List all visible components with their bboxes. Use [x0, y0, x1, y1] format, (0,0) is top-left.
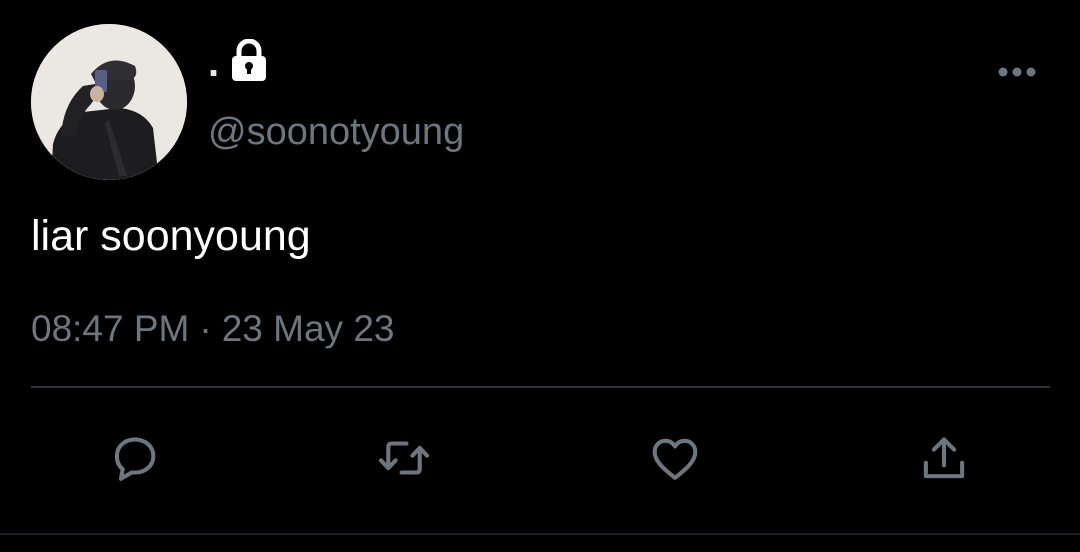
user-handle[interactable]: @soonotyoung	[208, 108, 464, 156]
tweet-time[interactable]: 08:47 PM	[31, 306, 189, 352]
display-name-row: .	[208, 36, 269, 86]
heart-icon	[646, 429, 704, 492]
more-options-button[interactable]	[992, 56, 1042, 92]
like-button[interactable]	[645, 430, 705, 490]
reply-icon	[106, 429, 164, 492]
retweet-icon	[375, 429, 433, 492]
bottom-divider	[0, 533, 1080, 535]
retweet-button[interactable]	[374, 430, 434, 490]
lock-icon	[229, 38, 269, 83]
tweet-date[interactable]: 23 May 23	[222, 306, 395, 352]
meta-separator: ·	[199, 308, 212, 349]
divider	[31, 386, 1050, 388]
share-button[interactable]	[914, 430, 974, 490]
tweet-text: liar soonyoung	[31, 212, 311, 260]
reply-button[interactable]	[105, 430, 165, 490]
share-icon	[915, 429, 973, 492]
more-horizontal-icon	[997, 65, 1037, 83]
display-name[interactable]: .	[208, 43, 219, 83]
tweet-meta: 08:47 PM · 23 May 23	[31, 306, 394, 352]
avatar[interactable]	[31, 24, 187, 180]
